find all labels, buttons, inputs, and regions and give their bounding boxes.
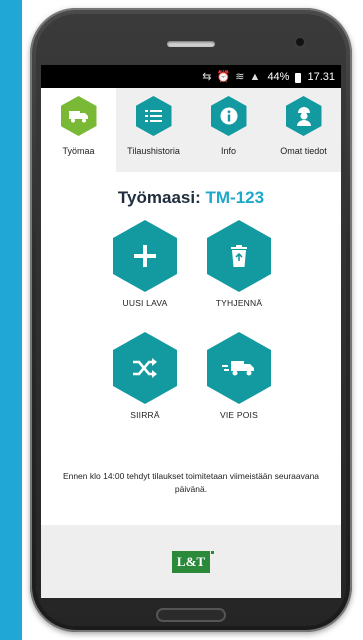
action-label: TYHJENNÄ [215, 298, 263, 308]
battery-percent: 44% [267, 70, 290, 83]
worksite-code: TM-123 [205, 188, 265, 207]
action-label: VIE POIS [220, 410, 258, 420]
background-left [0, 0, 22, 640]
worker-icon [285, 96, 322, 136]
main-tabs: Työmaa Tilaushistoria Info Omat tiedot [41, 88, 341, 172]
tab-label: Työmaa [62, 146, 95, 156]
tab-label: Tilaushistoria [127, 146, 180, 156]
list-icon [135, 96, 172, 136]
status-bar: ⇆ ⏰ ≋ ▲ 44% 17.31 [41, 65, 341, 88]
tab-info[interactable]: Info [191, 88, 266, 172]
phone-frame: ⇆ ⏰ ≋ ▲ 44% 17.31 Työmaa Tilaushistoria [30, 8, 352, 632]
tab-tilaushistoria[interactable]: Tilaushistoria [116, 88, 191, 172]
delivery-notice: Ennen klo 14:00 tehdyt tilaukset toimite… [62, 471, 320, 494]
tab-omat-tiedot[interactable]: Omat tiedot [266, 88, 341, 172]
vie-pois-button[interactable]: VIE POIS [194, 332, 284, 420]
info-icon [210, 96, 247, 136]
battery-icon [295, 72, 302, 83]
truck-away-icon [207, 332, 271, 404]
action-label: SIIRRÄ [130, 410, 160, 420]
action-grid: UUSI LAVA TYHJENNÄ SIIRRÄ VIE POIS [41, 208, 341, 448]
uusi-lava-button[interactable]: UUSI LAVA [100, 220, 190, 308]
company-logo: L&T [172, 550, 214, 573]
plus-icon [113, 220, 177, 292]
truck-icon [60, 96, 97, 136]
shuffle-icon [113, 332, 177, 404]
app-screen: ⇆ ⏰ ≋ ▲ 44% 17.31 Työmaa Tilaushistoria [41, 65, 341, 598]
title-prefix: Työmaasi: [117, 188, 201, 207]
tab-label: Omat tiedot [280, 146, 327, 156]
recycle-bin-icon [207, 220, 271, 292]
status-icons: ⇆ ⏰ ≋ ▲ [202, 71, 262, 83]
page-title: Työmaasi: TM-123 [41, 188, 341, 208]
footer: L&T [41, 525, 341, 598]
speaker-grille [167, 41, 215, 47]
home-button[interactable] [156, 608, 226, 622]
tab-tyomaa[interactable]: Työmaa [41, 88, 116, 172]
front-camera [296, 38, 304, 46]
action-label: UUSI LAVA [122, 298, 168, 308]
clock: 17.31 [307, 70, 335, 83]
siirra-button[interactable]: SIIRRÄ [100, 332, 190, 420]
tab-label: Info [220, 146, 236, 156]
tyhjenna-button[interactable]: TYHJENNÄ [194, 220, 284, 308]
